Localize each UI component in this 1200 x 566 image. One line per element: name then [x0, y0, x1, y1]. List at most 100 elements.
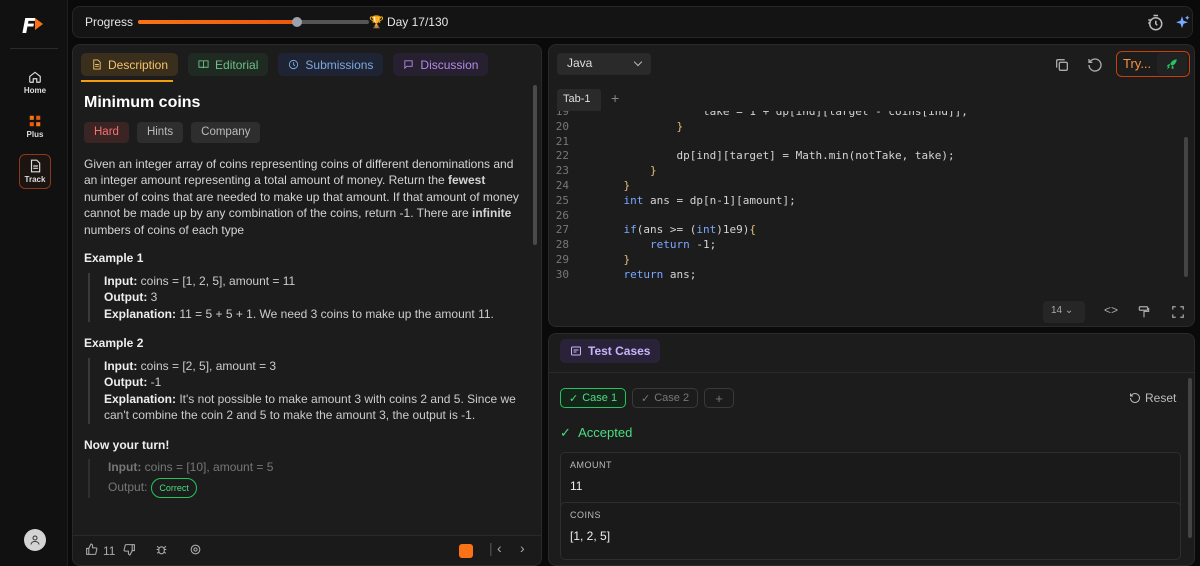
- tab-discussion[interactable]: Discussion: [393, 53, 489, 76]
- reset-code-icon[interactable]: [1087, 57, 1103, 73]
- problem-panel: Description Editorial Submissions Discus…: [72, 44, 542, 566]
- add-tab-icon[interactable]: +: [611, 90, 619, 106]
- bug-icon[interactable]: [155, 543, 168, 556]
- example-1-input-label: Input:: [104, 273, 138, 288]
- day-label: Day 17/130: [386, 15, 449, 29]
- user-icon: [30, 535, 40, 545]
- thumbs-down-icon[interactable]: [123, 543, 136, 556]
- example-1-output: 3: [147, 290, 158, 304]
- line-number: 21: [555, 134, 569, 148]
- example-2-input-label: Input:: [104, 358, 138, 373]
- example-2-expl-label: Explanation:: [104, 391, 177, 406]
- bookmark-checkbox[interactable]: [459, 544, 473, 558]
- turn-output-label: Output:: [108, 479, 148, 494]
- file-tab[interactable]: Tab-1: [557, 89, 601, 111]
- tab-submissions-label: Submissions: [305, 57, 374, 72]
- nav-plus-label: Plus: [26, 130, 44, 139]
- difficulty-badge: Hard: [84, 121, 129, 143]
- line-number: 20: [555, 119, 569, 133]
- add-case-button[interactable]: +: [704, 388, 734, 408]
- case-2-button[interactable]: ✓ Case 2: [632, 388, 699, 408]
- progress-label: Progress: [85, 15, 134, 29]
- font-size-value: 14: [1051, 305, 1063, 316]
- code-editor-panel: Java Try... Tab-1 + 19 take = 1 + dp[ind…: [548, 44, 1195, 327]
- example-2-block: Input: coins = [2, 5], amount = 3 Output…: [88, 357, 524, 424]
- example-1-input: coins = [1, 2, 5], amount = 11: [137, 273, 296, 288]
- amount-field-value: 11: [570, 479, 583, 493]
- side-rail: F Home Plus Track: [0, 0, 68, 566]
- language-select[interactable]: Java: [557, 53, 651, 75]
- case-2-label: Case 2: [654, 392, 690, 404]
- code-line: take = 1 + dp[ind][target - coins[ind]];: [597, 111, 968, 118]
- timer-icon[interactable]: [1146, 14, 1164, 32]
- line-number: 25: [555, 193, 569, 207]
- test-divider: [549, 372, 1194, 373]
- code-format-icon[interactable]: <>: [1104, 303, 1118, 317]
- thumbs-up-icon[interactable]: [85, 543, 98, 556]
- active-tab-indicator: [81, 80, 173, 82]
- progress-track[interactable]: [138, 17, 369, 27]
- clock-icon: [289, 59, 299, 70]
- next-problem-icon[interactable]: ›: [520, 540, 525, 556]
- book-icon: [198, 60, 209, 69]
- line-number: 22: [555, 149, 569, 163]
- chat-icon: [404, 60, 414, 70]
- example-2-heading: Example 2: [84, 336, 144, 350]
- copy-icon[interactable]: [1054, 57, 1070, 73]
- check-icon: ✓: [641, 392, 651, 405]
- coins-field-value: [1, 2, 5]: [570, 529, 611, 543]
- prev-problem-icon[interactable]: ‹: [497, 540, 502, 556]
- terminal-icon: [571, 346, 581, 356]
- problem-tabs: Description Editorial Submissions Discus…: [81, 53, 489, 77]
- day-counter: 🏆 Day 17/130: [369, 15, 448, 29]
- rocket-icon: [1157, 53, 1187, 75]
- line-number: 19: [555, 111, 569, 118]
- problem-chips: Hard Hints Company: [84, 121, 524, 143]
- logo[interactable]: F: [22, 14, 48, 38]
- test-scrollbar[interactable]: [1188, 378, 1192, 538]
- reset-button[interactable]: Reset: [1129, 391, 1176, 405]
- nav-plus[interactable]: Plus: [19, 114, 51, 139]
- problem-description: Given an integer array of coins represen…: [84, 156, 524, 239]
- paint-icon[interactable]: [1137, 305, 1151, 319]
- example-1-block: Input: coins = [1, 2, 5], amount = 11 Ou…: [88, 272, 524, 322]
- tab-editorial[interactable]: Editorial: [188, 53, 269, 76]
- case-1-button[interactable]: ✓ Case 1: [560, 388, 627, 408]
- editor-scrollbar[interactable]: [1184, 137, 1188, 277]
- try-button[interactable]: Try...: [1116, 51, 1190, 77]
- company-button[interactable]: Company: [191, 121, 261, 143]
- language-value: Java: [567, 56, 593, 70]
- nav-home[interactable]: Home: [19, 70, 51, 95]
- amount-field-label: AMOUNT: [570, 460, 612, 470]
- coins-field[interactable]: COINS [1, 2, 5]: [560, 502, 1181, 560]
- problem-scrollbar[interactable]: [533, 85, 537, 245]
- openai-icon[interactable]: [189, 543, 202, 556]
- turn-input: coins = [10], amount = 5: [141, 460, 274, 474]
- example-2-input: coins = [2, 5], amount = 3: [137, 358, 277, 373]
- nav-track[interactable]: Track: [19, 154, 51, 189]
- rail-divider: [10, 48, 58, 49]
- test-cases-tab[interactable]: Test Cases: [560, 339, 661, 363]
- line-number: 23: [555, 164, 569, 178]
- example-1-expl-label: Explanation:: [104, 306, 177, 321]
- hints-button[interactable]: Hints: [136, 121, 184, 143]
- progress-knob[interactable]: [292, 17, 303, 27]
- font-size-select[interactable]: 14 ⌄: [1043, 301, 1085, 323]
- home-icon: [29, 71, 41, 83]
- document-icon: [30, 159, 41, 173]
- tab-description[interactable]: Description: [81, 53, 179, 76]
- desc-text-3: numbers of coins of each type: [84, 222, 245, 237]
- sparkle-icon[interactable]: [1173, 14, 1191, 32]
- turn-input-label: Input:: [108, 460, 142, 474]
- line-number: 28: [555, 238, 569, 252]
- fullscreen-icon[interactable]: [1171, 305, 1185, 319]
- avatar[interactable]: [24, 529, 46, 551]
- example-1-explanation: 11 = 5 + 5 + 1. We need 3 coins to make …: [176, 306, 494, 321]
- code-area[interactable]: 19 take = 1 + dp[ind][target - coins[ind…: [549, 111, 1194, 293]
- progress-bar-header: Progress 🏆 Day 17/130: [72, 6, 1193, 38]
- tab-submissions[interactable]: Submissions: [278, 53, 384, 76]
- code-line: if(ans >= (int)1e9){: [623, 223, 756, 237]
- problem-footer: 11 | ‹ ›: [73, 535, 541, 565]
- example-2-output-label: Output:: [104, 375, 148, 389]
- nav-track-label: Track: [24, 175, 46, 184]
